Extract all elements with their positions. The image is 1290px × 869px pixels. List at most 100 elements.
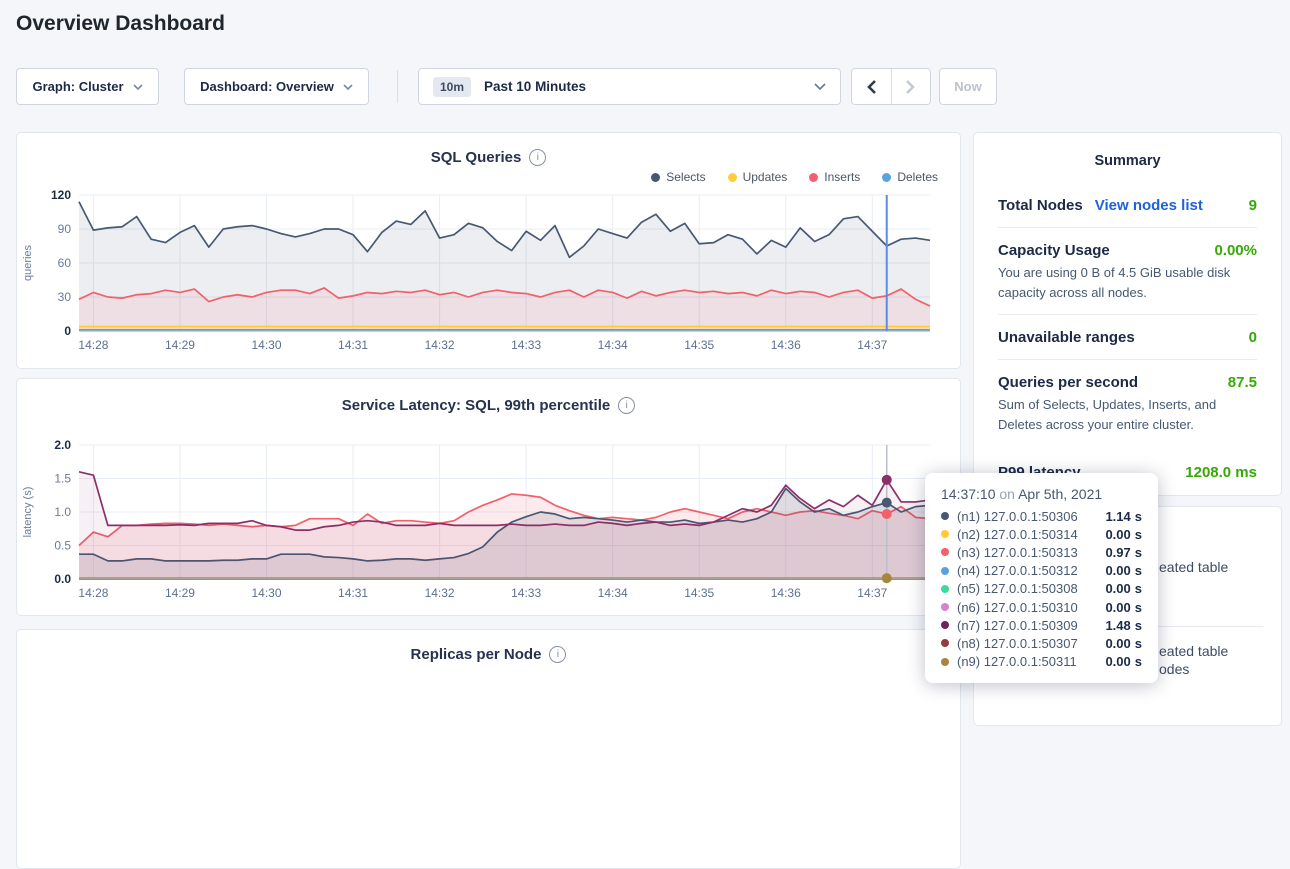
capacity-usage-label: Capacity Usage: [998, 242, 1110, 259]
node-latency-value: 0.00: [1105, 563, 1130, 578]
svg-text:14:32: 14:32: [425, 338, 455, 352]
chevron-down-icon: [814, 83, 826, 90]
node-latency-value: 0.00: [1105, 600, 1130, 615]
unavailable-ranges-label: Unavailable ranges: [998, 329, 1135, 346]
info-icon[interactable]: i: [549, 646, 566, 663]
chart-title-row: Replicas per Node i: [17, 646, 960, 663]
tooltip-date: Apr 5th, 2021: [1018, 486, 1102, 502]
svg-text:1.5: 1.5: [54, 472, 71, 486]
node-latency-value: 0.00: [1105, 654, 1130, 669]
summary-card: Summary Total Nodes View nodes list 9 Ca…: [973, 132, 1282, 496]
qps-label: Queries per second: [998, 374, 1138, 391]
chevron-left-icon: [866, 79, 877, 95]
node-color-dot: [941, 567, 949, 575]
svg-text:14:28: 14:28: [78, 338, 108, 352]
node-latency-unit: s: [1135, 600, 1142, 615]
legend-dot: [651, 173, 660, 182]
node-color-dot: [941, 530, 949, 538]
node-color-dot: [941, 639, 949, 647]
node-latency-value: 0.00: [1105, 581, 1130, 596]
qps-description: Sum of Selects, Updates, Inserts, and De…: [998, 395, 1257, 446]
svg-text:14:35: 14:35: [684, 586, 714, 600]
svg-text:14:31: 14:31: [338, 338, 368, 352]
svg-text:0.0: 0.0: [54, 572, 71, 586]
tooltip-row: (n7) 127.0.0.1:50309 1.48 s: [941, 616, 1142, 634]
node-color-dot: [941, 658, 949, 666]
view-nodes-list-link[interactable]: View nodes list: [1095, 197, 1203, 214]
legend-item: Updates: [728, 170, 788, 184]
qps-value: 87.5: [1228, 374, 1257, 391]
tooltip-row: (n4) 127.0.0.1:50312 0.00 s: [941, 562, 1142, 580]
time-range-badge: 10m: [433, 77, 471, 97]
svg-text:14:34: 14:34: [598, 586, 628, 600]
time-step-buttons: [851, 68, 931, 105]
node-latency-unit: s: [1135, 654, 1142, 669]
time-range-dropdown[interactable]: 10m Past 10 Minutes: [418, 68, 841, 105]
service-latency-chart[interactable]: 0.00.51.01.52.014:2814:2914:3014:3114:32…: [17, 437, 960, 603]
page-title: Overview Dashboard: [16, 12, 225, 36]
legend-dot: [809, 173, 818, 182]
svg-text:14:29: 14:29: [165, 586, 195, 600]
legend-label: Selects: [666, 170, 705, 184]
node-address: (n5) 127.0.0.1:50308: [957, 581, 1078, 596]
chart-title-row: Service Latency: SQL, 99th percentile i: [17, 397, 960, 414]
tooltip-rows: (n1) 127.0.0.1:50306 1.14 s (n2) 127.0.0.1:…: [941, 507, 1142, 671]
summary-row-total-nodes: Total Nodes View nodes list 9: [998, 183, 1257, 227]
node-address: (n8) 127.0.0.1:50307: [957, 636, 1078, 651]
info-icon[interactable]: i: [529, 149, 546, 166]
node-address: (n6) 127.0.0.1:50310: [957, 600, 1078, 615]
node-latency-unit: s: [1135, 545, 1142, 560]
node-address: (n1) 127.0.0.1:50306: [957, 509, 1078, 524]
controls-divider: [397, 70, 398, 103]
svg-text:120: 120: [51, 188, 71, 202]
replicas-chart-card: Replicas per Node i: [16, 629, 961, 869]
svg-text:14:35: 14:35: [684, 338, 714, 352]
chevron-down-icon: [133, 84, 143, 90]
svg-text:2.0: 2.0: [54, 438, 71, 452]
event-text-fragment: odes: [1159, 661, 1189, 677]
legend-item: Selects: [651, 170, 705, 184]
summary-row-capacity: Capacity Usage 0.00%: [998, 228, 1257, 263]
controls-bar: Graph: Cluster Dashboard: Overview 10m P…: [0, 68, 1290, 105]
legend-dot: [882, 173, 891, 182]
node-color-dot: [941, 621, 949, 629]
svg-text:14:33: 14:33: [511, 586, 541, 600]
svg-text:14:34: 14:34: [598, 338, 628, 352]
sql-queries-chart[interactable]: 030609012014:2814:2914:3014:3114:3214:33…: [17, 187, 960, 355]
node-address: (n9) 127.0.0.1:50311: [957, 654, 1077, 669]
svg-text:14:37: 14:37: [857, 338, 887, 352]
legend-dot: [728, 173, 737, 182]
node-address: (n7) 127.0.0.1:50309: [957, 618, 1078, 633]
node-latency-unit: s: [1135, 618, 1142, 633]
svg-text:0: 0: [64, 324, 71, 338]
event-text-fragment: eated table: [1159, 559, 1228, 575]
node-latency-value: 1.14: [1105, 509, 1130, 524]
node-latency-unit: s: [1135, 581, 1142, 596]
node-latency-value: 1.48: [1105, 618, 1130, 633]
info-icon[interactable]: i: [618, 397, 635, 414]
svg-text:0.5: 0.5: [54, 539, 71, 553]
svg-text:90: 90: [58, 222, 72, 236]
svg-text:14:32: 14:32: [425, 586, 455, 600]
svg-text:latency (s): latency (s): [22, 487, 34, 538]
dashboard-dropdown[interactable]: Dashboard: Overview: [184, 68, 369, 105]
node-address: (n3) 127.0.0.1:50313: [957, 545, 1078, 560]
chart-tooltip: 14:37:10 on Apr 5th, 2021 (n1) 127.0.0.1…: [925, 473, 1158, 683]
time-forward-button: [891, 69, 931, 104]
tooltip-row: (n5) 127.0.0.1:50308 0.00 s: [941, 580, 1142, 598]
node-latency-unit: s: [1135, 563, 1142, 578]
time-back-button[interactable]: [852, 69, 891, 104]
tooltip-row: (n6) 127.0.0.1:50310 0.00 s: [941, 598, 1142, 616]
unavailable-ranges-value: 0: [1249, 329, 1257, 346]
chart-title: SQL Queries: [431, 149, 522, 166]
node-address: (n4) 127.0.0.1:50312: [957, 563, 1078, 578]
tooltip-row: (n2) 127.0.0.1:503140.00s: [941, 525, 1142, 543]
svg-text:14:28: 14:28: [78, 586, 108, 600]
node-color-dot: [941, 512, 949, 520]
graph-dropdown[interactable]: Graph: Cluster: [16, 68, 159, 105]
svg-text:14:30: 14:30: [251, 338, 281, 352]
tooltip-time: 14:37:10: [941, 486, 996, 502]
events-divider: [1144, 626, 1263, 627]
summary-row-unavailable-ranges: Unavailable ranges 0: [998, 315, 1257, 359]
chart-title: Replicas per Node: [411, 646, 542, 663]
